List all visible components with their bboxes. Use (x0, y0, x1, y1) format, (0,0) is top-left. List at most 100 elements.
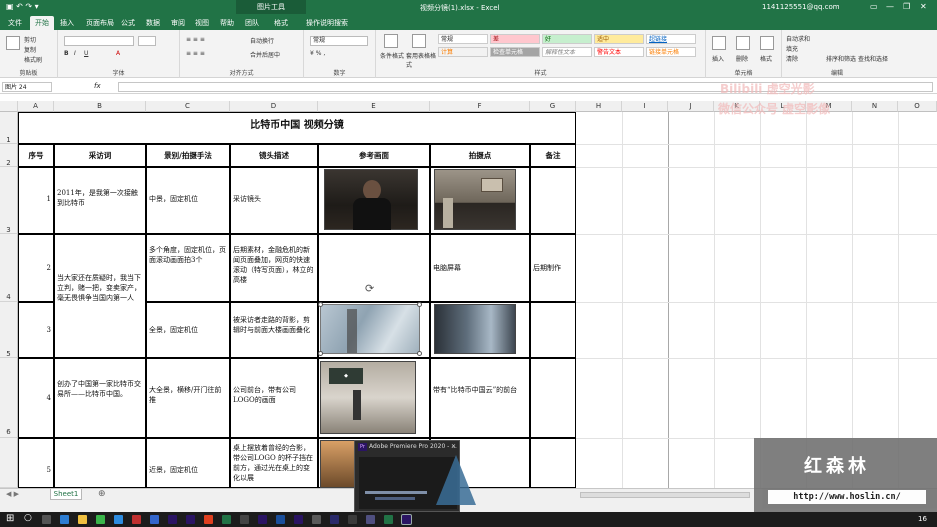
photoshop-icon[interactable] (276, 515, 285, 524)
font-name-combo[interactable] (64, 36, 134, 46)
tab-page-layout[interactable]: 页面布局 (86, 16, 114, 30)
autosum-button[interactable]: 自动求和 (786, 34, 810, 43)
row3-note[interactable] (530, 302, 576, 358)
format-cells-icon[interactable] (760, 36, 774, 50)
row1-shot[interactable]: 中景，固定机位 (146, 167, 230, 234)
header-reference[interactable]: 参考画面 (318, 144, 430, 167)
excel-app-icon[interactable] (222, 515, 231, 524)
font-color-button[interactable]: A (116, 50, 120, 57)
row5-note[interactable] (530, 438, 576, 488)
style-linked-cell[interactable]: 链接单元格 (646, 47, 696, 57)
col-header-j[interactable]: J (668, 101, 714, 112)
format-cells-button[interactable]: 格式 (760, 54, 772, 63)
font-size-combo[interactable] (138, 36, 156, 46)
app-red-icon[interactable] (132, 515, 141, 524)
photo-glass-building-selected[interactable] (318, 302, 422, 356)
conditional-format-icon[interactable] (384, 34, 398, 48)
number-format-combo[interactable]: 常规 (310, 36, 368, 46)
row-header-1[interactable]: 1 (0, 112, 18, 144)
row5-quote[interactable] (54, 438, 146, 488)
wechat-icon[interactable] (96, 515, 105, 524)
col-header-b[interactable]: B (54, 101, 146, 112)
select-all-corner[interactable] (0, 101, 18, 112)
row5-no[interactable]: 5 (18, 438, 54, 488)
merge-center-button[interactable]: 合并后居中 (250, 50, 280, 59)
tab-data[interactable]: 数据 (146, 16, 160, 30)
merged-quote[interactable]: 当大家还在质疑时，我当下立判，赌一把，变卖家产，毫无畏惧争当国内第一人 (54, 234, 146, 358)
tab-review[interactable]: 审阅 (171, 16, 185, 30)
bold-button[interactable]: B (64, 50, 69, 57)
premiere-window-icon[interactable] (401, 514, 412, 525)
tab-formulas[interactable]: 公式 (121, 16, 135, 30)
col-header-f[interactable]: F (430, 101, 530, 112)
app-gray-icon[interactable] (312, 515, 321, 524)
task-view-icon[interactable] (42, 515, 51, 524)
col-header-d[interactable]: D (230, 101, 318, 112)
row-header-6[interactable]: 6 (0, 358, 18, 438)
row1-desc[interactable]: 采访镜头 (230, 167, 318, 234)
insert-cells-icon[interactable] (712, 36, 726, 50)
style-neutral[interactable]: 适中 (594, 34, 644, 44)
after-effects-icon[interactable] (186, 515, 195, 524)
col-header-h[interactable]: H (576, 101, 622, 112)
sheet-title[interactable]: 比特币中国 视频分镜 (18, 112, 576, 144)
header-quote[interactable]: 采访词 (54, 144, 146, 167)
align-left-icon[interactable]: ≡ ≡ ≡ (186, 50, 205, 57)
premiere-app-icon[interactable] (168, 515, 177, 524)
col-header-a[interactable]: A (18, 101, 54, 112)
excel-window-icon[interactable] (384, 515, 393, 524)
edge-icon[interactable] (60, 515, 69, 524)
row4-no[interactable]: 4 (18, 358, 54, 438)
row-header-7[interactable] (0, 438, 18, 488)
start-icon[interactable]: ⊞ (6, 513, 14, 524)
row3-shot[interactable]: 全景，固定机位 (146, 302, 230, 358)
header-desc[interactable]: 镜头描述 (230, 144, 318, 167)
account-label[interactable]: 1141125551@qq.com (762, 3, 840, 11)
row4-note[interactable] (530, 358, 576, 438)
style-explanatory[interactable]: 解释性文本 (542, 47, 592, 57)
delete-cells-button[interactable]: 删除 (736, 54, 748, 63)
sort-filter-button[interactable]: 排序和筛选 (826, 54, 856, 63)
row2-note[interactable]: 后期制作 (530, 234, 576, 302)
explorer-icon[interactable] (78, 515, 87, 524)
app-pr2-icon[interactable] (294, 515, 303, 524)
col-header-n[interactable]: N (852, 101, 898, 112)
style-good[interactable]: 好 (542, 34, 592, 44)
style-warning[interactable]: 警告文本 (594, 47, 644, 57)
row-header-2[interactable]: 2 (0, 144, 18, 167)
row3-no[interactable]: 3 (18, 302, 54, 358)
fill-button[interactable]: 填充 (786, 44, 798, 53)
style-check-cell[interactable]: 检查单元格 (490, 47, 540, 57)
close-icon[interactable]: ✕ (920, 2, 927, 11)
tab-file[interactable]: 文件 (8, 16, 22, 30)
row4-quote[interactable]: 创办了中国第一家比特币交易所——比特币中国。 (54, 358, 146, 438)
horizontal-scrollbar[interactable] (580, 492, 750, 498)
app-navy-icon[interactable] (330, 515, 339, 524)
style-hyperlink[interactable]: 超链接 (646, 34, 696, 44)
name-box[interactable]: 图片 24 (2, 82, 52, 92)
row-header-5[interactable]: 5 (0, 302, 18, 358)
app-blue-icon[interactable] (150, 515, 159, 524)
photo-office-sofa[interactable] (434, 169, 516, 230)
find-select-button[interactable]: 查找和选择 (858, 54, 888, 63)
col-header-i[interactable]: I (622, 101, 668, 112)
row3-desc[interactable]: 被采访者走路的背影，剪辑时与前面大楼画面叠化 (230, 302, 318, 358)
ribbon-options-icon[interactable]: ▭ (870, 2, 878, 11)
col-header-g[interactable]: G (530, 101, 576, 112)
restore-icon[interactable]: ❐ (903, 2, 910, 11)
preview-close-icon[interactable]: ✕ (451, 441, 456, 453)
header-no[interactable]: 序号 (18, 144, 54, 167)
row-header-4[interactable]: 4 (0, 234, 18, 302)
tab-view[interactable]: 视图 (195, 16, 209, 30)
app-a-icon[interactable] (240, 515, 249, 524)
clear-button[interactable]: 清除 (786, 54, 798, 63)
sheet-nav-icon[interactable]: ◀ ▶ (6, 490, 19, 498)
tell-me-search[interactable]: 操作说明搜索 (306, 16, 348, 30)
format-painter-button[interactable]: 格式刷 (24, 55, 42, 64)
row2-spot[interactable]: 电脑屏幕 (430, 234, 530, 302)
col-header-o[interactable]: O (898, 101, 937, 112)
app-orange-icon[interactable] (204, 515, 213, 524)
header-shot[interactable]: 景别/拍摄手法 (146, 144, 230, 167)
tab-help[interactable]: 帮助 (220, 16, 234, 30)
row-header-3[interactable]: 3 (0, 167, 18, 234)
